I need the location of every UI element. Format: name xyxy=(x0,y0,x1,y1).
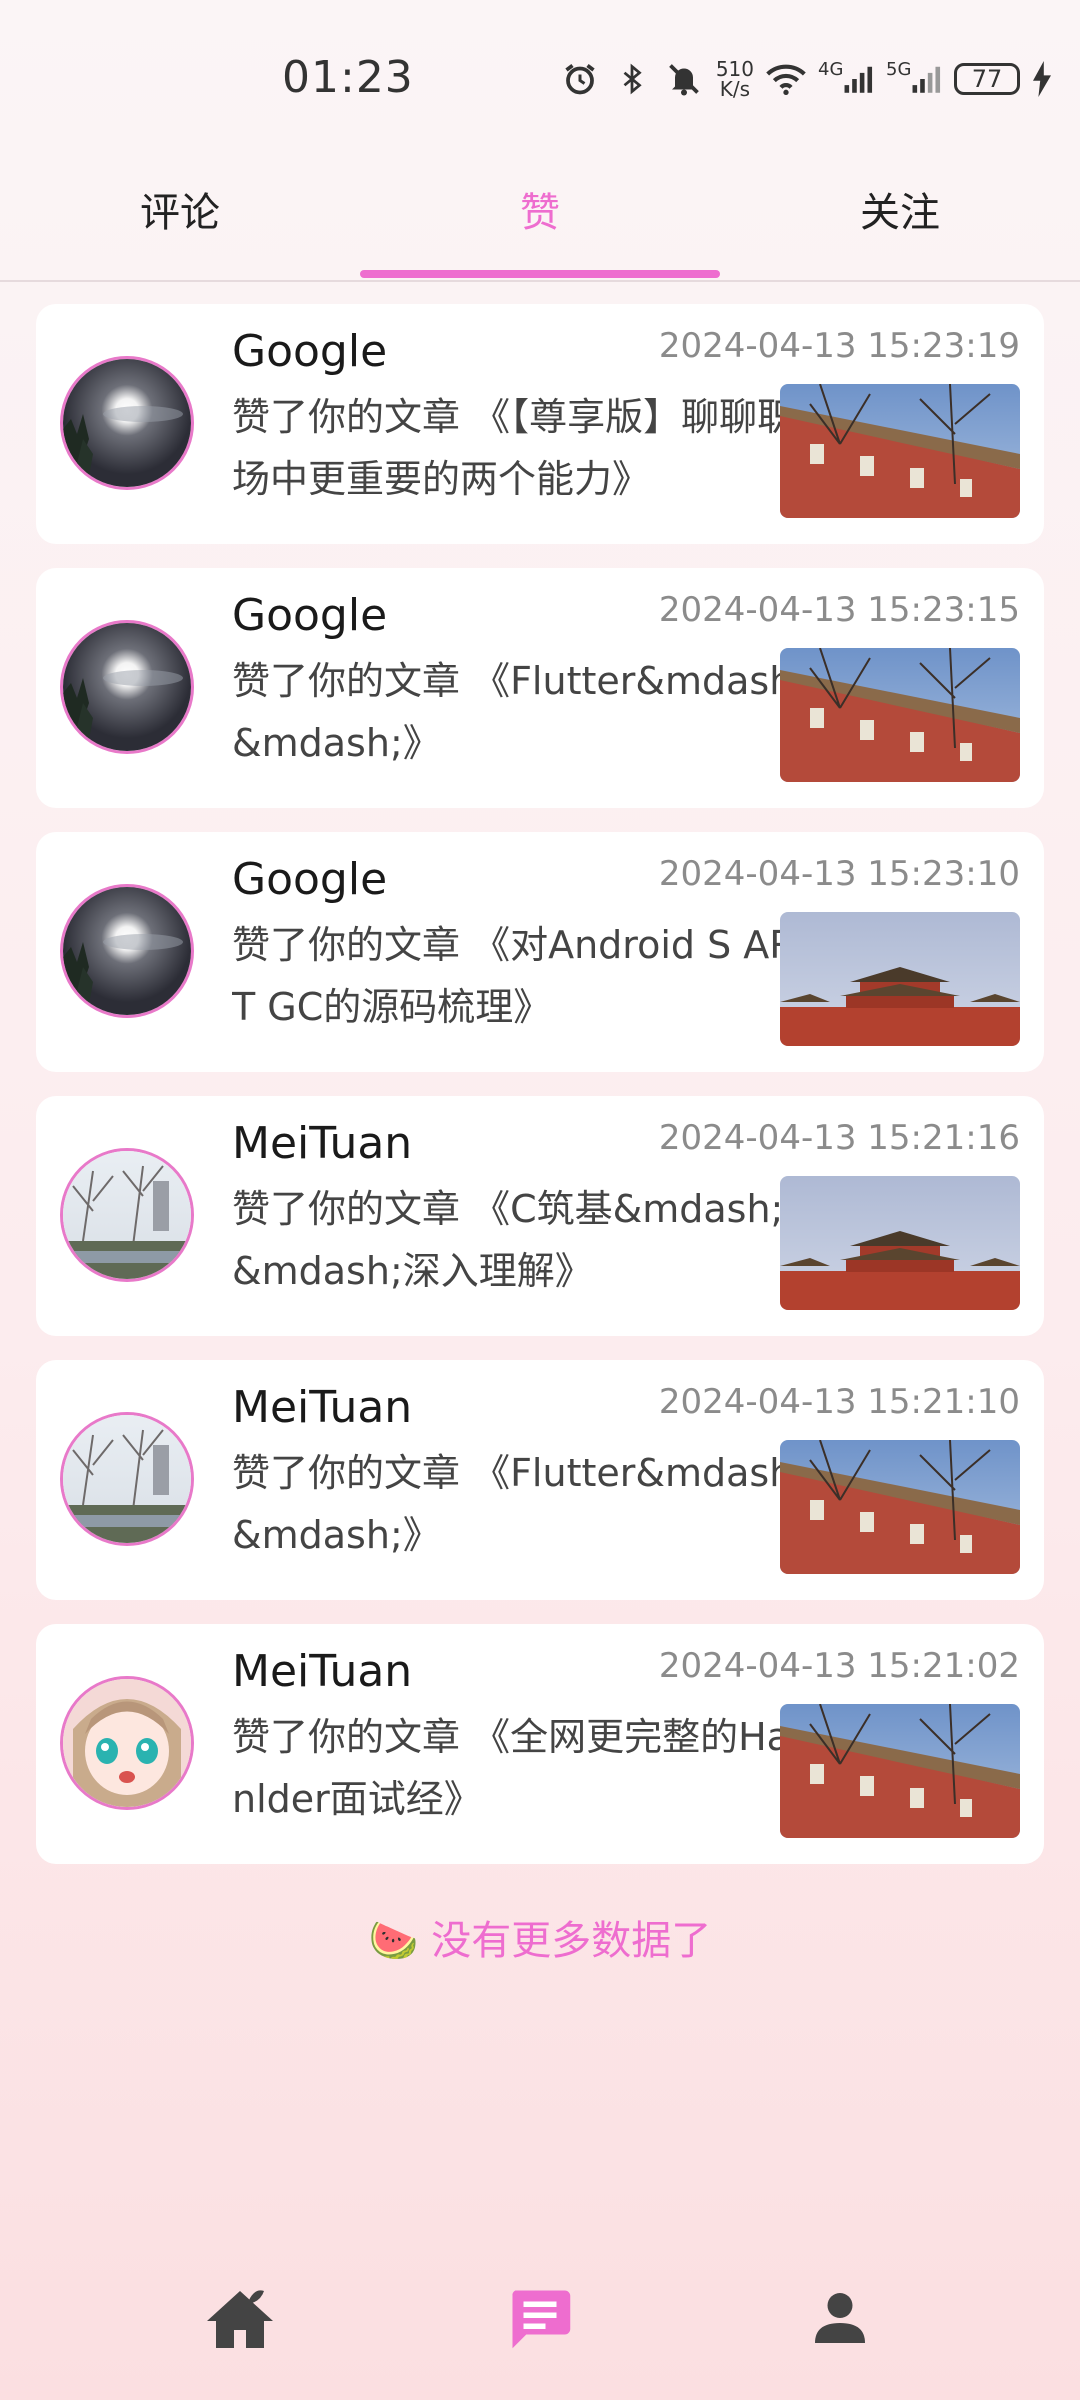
net-speed-value: 510 xyxy=(715,57,754,81)
status-icons: 510 K/s 4G 5G 77 xyxy=(560,54,1052,104)
user-name: Google xyxy=(232,326,388,377)
like-date: 2024-04-13 15:23:19 xyxy=(658,326,1020,366)
message-icon xyxy=(507,2285,573,2355)
battery-indicator: 77 xyxy=(954,63,1020,95)
tab-bar: 评论 赞 关注 xyxy=(0,150,1080,282)
avatar[interactable] xyxy=(60,620,194,754)
nav-home[interactable] xyxy=(190,2270,290,2370)
net-5g-label: 5G xyxy=(886,58,912,80)
like-notification-card[interactable]: Google 2024-04-13 15:23:15 赞了你的文章 《Flutt… xyxy=(36,568,1044,808)
article-thumbnail[interactable] xyxy=(780,912,1020,1046)
home-icon xyxy=(204,2285,276,2355)
user-name: MeiTuan xyxy=(232,1646,413,1697)
likes-list: Google 2024-04-13 15:23:19 赞了你的文章 《【尊享版】… xyxy=(36,304,1044,1888)
like-date: 2024-04-13 15:21:10 xyxy=(658,1382,1020,1422)
article-thumbnail[interactable] xyxy=(780,384,1020,518)
like-date: 2024-04-13 15:23:15 xyxy=(658,590,1020,630)
user-name: MeiTuan xyxy=(232,1382,413,1433)
avatar[interactable] xyxy=(60,1148,194,1282)
net-speed: 510 K/s xyxy=(716,59,754,99)
like-notification-card[interactable]: Google 2024-04-13 15:23:19 赞了你的文章 《【尊享版】… xyxy=(36,304,1044,544)
no-more-data: 🍉 没有更多数据了 xyxy=(368,1918,712,1964)
tab-comments[interactable]: 评论 xyxy=(0,180,360,238)
article-thumbnail[interactable] xyxy=(780,1704,1020,1838)
like-description: 赞了你的文章 《Flutter&mdash;&mdash;》 xyxy=(232,659,807,765)
signal-4g-icon: 4G xyxy=(818,59,874,99)
tab-likes[interactable]: 赞 xyxy=(360,180,720,238)
signal-5g-icon: 5G xyxy=(886,59,942,99)
tab-indicator xyxy=(360,270,720,278)
like-date: 2024-04-13 15:21:02 xyxy=(658,1646,1020,1686)
bluetooth-icon xyxy=(612,59,652,99)
user-name: MeiTuan xyxy=(232,1118,413,1169)
like-date: 2024-04-13 15:23:10 xyxy=(658,854,1020,894)
net-speed-unit: K/s xyxy=(719,77,751,101)
article-thumbnail[interactable] xyxy=(780,1440,1020,1574)
alarm-icon xyxy=(560,59,600,99)
like-notification-card[interactable]: MeiTuan 2024-04-13 15:21:16 赞了你的文章 《C筑基&… xyxy=(36,1096,1044,1336)
like-description: 赞了你的文章 《对Android S ART GC的源码梳理》 xyxy=(232,923,796,1029)
tab-follows[interactable]: 关注 xyxy=(720,180,1080,238)
like-date: 2024-04-13 15:21:16 xyxy=(658,1118,1020,1158)
nav-profile[interactable] xyxy=(790,2270,890,2370)
article-thumbnail[interactable] xyxy=(780,1176,1020,1310)
net-4g-label: 4G xyxy=(818,58,844,80)
nav-messages[interactable] xyxy=(490,2270,590,2370)
like-description: 赞了你的文章 《全网更完整的Hanlder面试经》 xyxy=(232,1715,790,1821)
status-time: 01:23 xyxy=(282,52,414,103)
avatar[interactable] xyxy=(60,356,194,490)
wifi-icon xyxy=(766,59,806,99)
like-notification-card[interactable]: MeiTuan 2024-04-13 15:21:10 赞了你的文章 《Flut… xyxy=(36,1360,1044,1600)
avatar[interactable] xyxy=(60,884,194,1018)
like-description: 赞了你的文章 《C筑基&mdash;&mdash;深入理解》 xyxy=(232,1187,784,1293)
like-notification-card[interactable]: Google 2024-04-13 15:23:10 赞了你的文章 《对Andr… xyxy=(36,832,1044,1072)
avatar[interactable] xyxy=(60,1676,194,1810)
like-description: 赞了你的文章 《Flutter&mdash;&mdash;》 xyxy=(232,1451,807,1557)
like-description: 赞了你的文章 《【尊享版】聊聊职场中更重要的两个能力》 xyxy=(232,395,796,501)
avatar[interactable] xyxy=(60,1412,194,1546)
like-notification-card[interactable]: MeiTuan 2024-04-13 15:21:02 赞了你的文章 《全网更完… xyxy=(36,1624,1044,1864)
status-bar: 01:23 510 K/s 4G 5G 77 xyxy=(0,0,1080,150)
bottom-nav xyxy=(0,2270,1080,2370)
article-thumbnail[interactable] xyxy=(780,648,1020,782)
user-name: Google xyxy=(232,854,388,905)
person-icon xyxy=(810,2288,870,2352)
user-name: Google xyxy=(232,590,388,641)
charging-icon xyxy=(1032,59,1052,99)
mute-icon xyxy=(664,59,704,99)
